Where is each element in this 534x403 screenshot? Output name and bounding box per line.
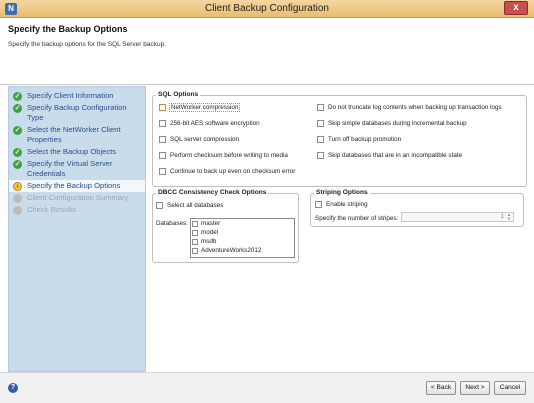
checkbox-box[interactable] <box>317 104 324 111</box>
perform-checksum-checkbox[interactable]: Perform checksum before writing to media <box>159 152 288 159</box>
stripes-count-stepper[interactable]: 1 ▲ ▼ <box>401 212 514 222</box>
step-backup-objects[interactable]: ✓ Select the Backup Objects <box>9 146 145 158</box>
step-label: Specify Backup Configuration Type <box>27 103 127 122</box>
check-icon: ✓ <box>13 126 22 135</box>
stripes-count-label: Specify the number of stripes: <box>315 215 399 222</box>
database-name: master <box>201 220 221 227</box>
page-header: Specify the Backup Options Specify the b… <box>0 18 534 85</box>
checkbox-label: 256-bit AES software encryption <box>170 120 260 127</box>
options-panel: SQL Options NetWorker compression 256-bi… <box>150 86 528 372</box>
pending-circle-icon <box>13 206 22 215</box>
checkbox-label: Skip databases that are in an incompatib… <box>328 152 463 159</box>
database-name: model <box>201 229 219 236</box>
help-icon[interactable]: ? <box>8 383 18 393</box>
select-all-databases-checkbox[interactable]: Select all databases <box>156 202 223 209</box>
checkbox-label: NetWorker compression <box>168 103 241 112</box>
group-title: SQL Options <box>156 91 201 98</box>
cancel-button[interactable]: Cancel <box>494 381 526 395</box>
step-label: Select the Backup Objects <box>27 147 117 156</box>
step-label: Select the NetWorker Client Properties <box>27 125 121 144</box>
checkbox-label: Do not truncate log contents when backin… <box>328 104 502 111</box>
page-subtitle: Specify the backup options for the SQL S… <box>8 41 167 48</box>
checkbox-label: Continue to back up even on checksum err… <box>170 168 296 175</box>
arrow-right-icon: › <box>13 182 22 191</box>
check-icon: ✓ <box>13 148 22 157</box>
turn-off-backup-promotion-checkbox[interactable]: Turn off backup promotion <box>317 136 401 143</box>
step-label: Specify the Backup Options <box>27 181 121 190</box>
group-title: Striping Options <box>314 189 370 196</box>
checkbox-box[interactable] <box>315 201 322 208</box>
step-label: Specify the Virtual Server Credentials <box>27 159 113 178</box>
checkbox-label: Perform checksum before writing to media <box>170 152 288 159</box>
check-icon: ✓ <box>13 160 22 169</box>
checkbox-box[interactable] <box>159 168 166 175</box>
spinner-arrows-icon[interactable]: ▲ ▼ <box>506 213 512 221</box>
checkbox-box[interactable] <box>159 136 166 143</box>
database-name: msdb <box>201 238 217 245</box>
step-check-results: Check Results <box>9 204 145 216</box>
checkbox-box[interactable] <box>192 238 198 245</box>
enable-striping-checkbox[interactable]: Enable striping <box>315 201 368 208</box>
step-label: Check Results <box>27 205 76 214</box>
checkbox-label: Select all databases <box>167 202 224 209</box>
networker-compression-checkbox[interactable]: NetWorker compression <box>159 103 241 112</box>
database-item-msdb[interactable]: msdb <box>191 237 294 246</box>
database-name: AdventureWorks2012 <box>201 247 262 254</box>
step-configuration-summary: Client Configuration Summary <box>9 192 145 204</box>
check-icon: ✓ <box>13 104 22 113</box>
sql-options-group: SQL Options NetWorker compression 256-bi… <box>152 91 527 187</box>
database-item-model[interactable]: model <box>191 228 294 237</box>
sql-server-compression-checkbox[interactable]: SQL server compression <box>159 136 239 143</box>
wizard-footer: ? < Back Next > Cancel <box>0 372 534 403</box>
page-title: Specify the Backup Options <box>8 24 128 34</box>
dbcc-options-group: DBCC Consistency Check Options Select al… <box>152 189 299 263</box>
skip-simple-databases-checkbox[interactable]: Skip simple databases during incremental… <box>317 120 467 127</box>
databases-list[interactable]: master model msdb AdventureWorks2012 <box>190 218 295 258</box>
checkbox-label: Enable striping <box>326 201 368 208</box>
checkbox-box[interactable] <box>159 120 166 127</box>
close-button[interactable]: x <box>504 1 528 15</box>
checkbox-box[interactable] <box>192 247 198 254</box>
skip-incompatible-databases-checkbox[interactable]: Skip databases that are in an incompatib… <box>317 152 462 159</box>
step-client-properties[interactable]: ✓ Select the NetWorker Client Properties <box>9 124 145 146</box>
database-item-adventureworks[interactable]: AdventureWorks2012 <box>191 246 294 255</box>
checkbox-box[interactable] <box>317 152 324 159</box>
check-icon: ✓ <box>13 92 22 101</box>
next-button[interactable]: Next > <box>460 381 490 395</box>
title-bar: N Client Backup Configuration x <box>0 0 534 18</box>
striping-options-group: Striping Options Enable striping Specify… <box>310 189 524 227</box>
continue-on-checksum-error-checkbox[interactable]: Continue to back up even on checksum err… <box>159 168 295 175</box>
checkbox-label: Turn off backup promotion <box>328 136 402 143</box>
step-specify-client-information[interactable]: ✓ Specify Client Information <box>9 90 145 102</box>
back-button[interactable]: < Back <box>426 381 456 395</box>
checkbox-box[interactable] <box>192 229 198 236</box>
do-not-truncate-log-checkbox[interactable]: Do not truncate log contents when backin… <box>317 104 502 111</box>
pending-circle-icon <box>13 194 22 203</box>
checkbox-label: SQL server compression <box>170 136 240 143</box>
checkbox-box[interactable] <box>317 120 324 127</box>
checkbox-box[interactable] <box>317 136 324 143</box>
step-label: Client Configuration Summary <box>27 193 129 202</box>
aes-encryption-checkbox[interactable]: 256-bit AES software encryption <box>159 120 260 127</box>
step-backup-options[interactable]: › Specify the Backup Options <box>9 180 145 192</box>
databases-label: Databases: <box>156 220 188 227</box>
database-item-master[interactable]: master <box>191 219 294 228</box>
checkbox-box[interactable] <box>159 152 166 159</box>
window-title: Client Backup Configuration <box>205 3 329 14</box>
checkbox-box[interactable] <box>159 104 166 111</box>
step-virtual-server-credentials[interactable]: ✓ Specify the Virtual Server Credentials <box>9 158 145 180</box>
wizard-steps-sidebar: ✓ Specify Client Information ✓ Specify B… <box>8 86 146 372</box>
group-title: DBCC Consistency Check Options <box>156 189 269 196</box>
step-label: Specify Client Information <box>27 91 114 100</box>
stripes-count-value: 1 <box>500 213 504 220</box>
checkbox-box[interactable] <box>156 202 163 209</box>
step-backup-configuration-type[interactable]: ✓ Specify Backup Configuration Type <box>9 102 145 124</box>
checkbox-label: Skip simple databases during incremental… <box>328 120 467 127</box>
checkbox-box[interactable] <box>192 220 198 227</box>
